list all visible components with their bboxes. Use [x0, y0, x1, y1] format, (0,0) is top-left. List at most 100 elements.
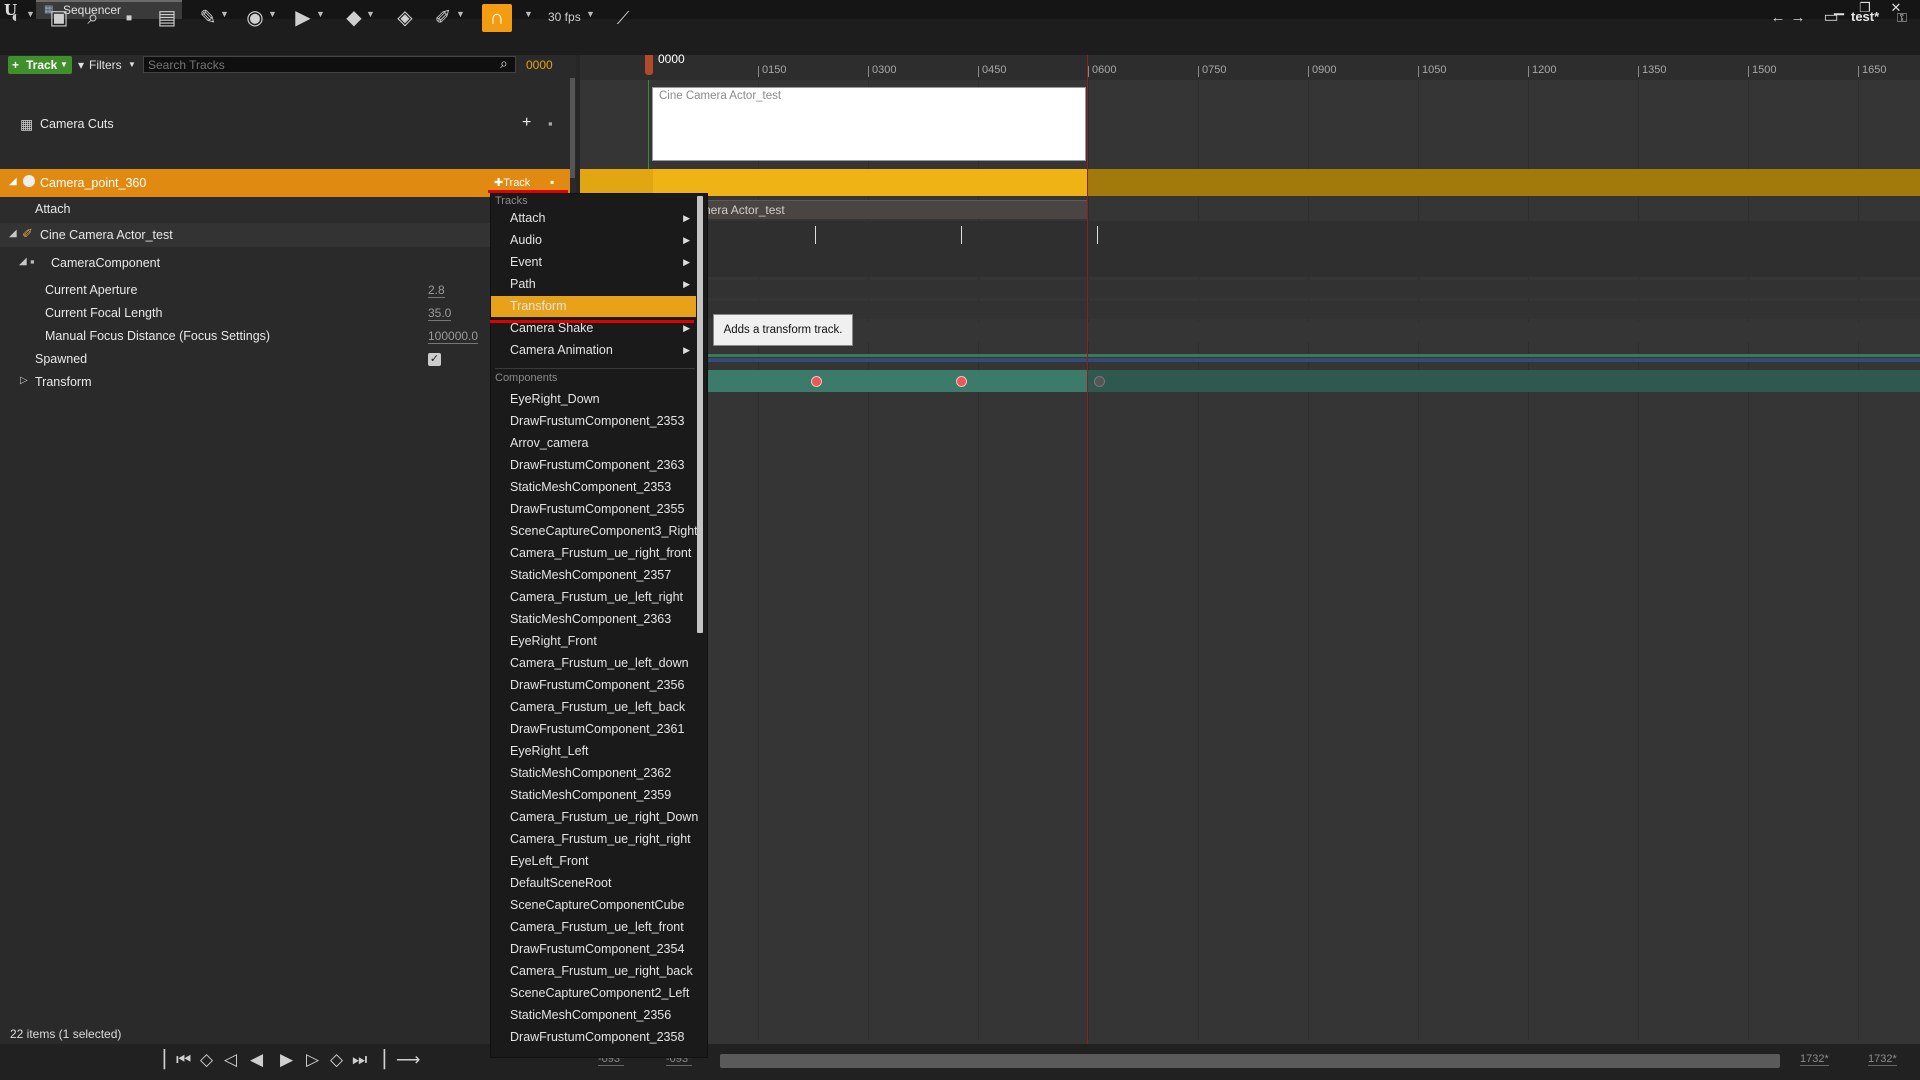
jump-to-start-icon[interactable]: ⎮ — [160, 1050, 169, 1070]
search-icon[interactable]: ⌕ — [80, 6, 106, 30]
camera-icon[interactable]: ▪ — [548, 116, 553, 131]
transform-section[interactable] — [704, 370, 1087, 392]
menu-item-component[interactable]: StaticMeshComponent_2356 — [491, 1005, 696, 1026]
property-row[interactable]: Current Focal Length 35.0 — [0, 303, 490, 325]
folder-icon[interactable]: ▭ — [1820, 6, 1842, 30]
menu-item-path[interactable]: Path ▶ — [491, 274, 696, 295]
track-lane[interactable] — [704, 280, 1920, 298]
track-row-camera-cuts[interactable]: ▦ Camera Cuts + ▪ — [0, 110, 570, 138]
menu-item-transform[interactable]: Transform — [491, 296, 696, 317]
track-lane[interactable] — [704, 221, 1920, 277]
playhead-handle[interactable] — [645, 55, 653, 75]
key-icon[interactable]: ◈ — [392, 6, 418, 30]
chevron-down-icon[interactable]: ▼ — [366, 9, 375, 19]
camera-icon[interactable]: ▪ — [116, 6, 142, 30]
lock-icon[interactable]: ⚿ — [1894, 6, 1910, 30]
transform-section[interactable] — [1087, 370, 1920, 392]
range-end-field[interactable]: 1732* — [1800, 1053, 1829, 1066]
actor-track-bar[interactable] — [1087, 169, 1920, 196]
menu-item-component[interactable]: Camera_Frustum_ue_right_front — [491, 543, 696, 564]
menu-item-component[interactable]: DrawFrustumComponent_2353 — [491, 411, 696, 432]
spawned-checkbox[interactable]: ✓ — [428, 353, 441, 366]
spawned-track-bar[interactable] — [704, 358, 1920, 362]
property-value-field[interactable]: 2.8 — [428, 283, 445, 298]
attach-section[interactable]: nera Actor_test — [704, 200, 1087, 219]
menu-item-component[interactable]: DrawFrustumComponent_2354 — [491, 939, 696, 960]
skip-forward-icon[interactable]: ⏭ — [352, 1050, 367, 1070]
menu-item-component[interactable]: StaticMeshComponent_2359 — [491, 785, 696, 806]
menu-item-audio[interactable]: Audio ▶ — [491, 230, 696, 251]
menu-item-component[interactable]: Arrov_camera — [491, 433, 696, 454]
plus-icon[interactable]: + — [522, 114, 531, 132]
left-scrollbar[interactable] — [570, 78, 575, 178]
menu-item-component[interactable]: StaticMeshComponent_2363 — [491, 609, 696, 630]
menu-item-component[interactable]: SceneCaptureComponent3_Right — [491, 521, 698, 542]
menu-item-component[interactable]: EyeLeft_Front — [491, 851, 696, 872]
filters-button[interactable]: ▾ Filters ▼ — [78, 56, 138, 74]
next-key-icon[interactable]: ◇ — [330, 1050, 343, 1070]
menu-item-component[interactable]: DrawFrustumComponent_2358 — [491, 1027, 696, 1048]
menu-item-component[interactable]: SceneCaptureComponent2_Left — [491, 983, 696, 1004]
menu-item-component[interactable]: EyeRight_Left — [491, 741, 696, 762]
track-row-cine-camera[interactable]: ◢ ✐ Cine Camera Actor_test — [0, 223, 570, 247]
spawned-track-bar[interactable] — [704, 354, 1920, 357]
track-lane[interactable] — [704, 322, 1920, 342]
world-icon[interactable]: ◐ — [6, 6, 26, 30]
add-subtrack-button[interactable]: ✚Track — [494, 176, 530, 189]
menu-item-component[interactable]: Camera_Frustum_ue_right_Down — [491, 807, 698, 828]
menu-item-component[interactable]: StaticMeshComponent_2357 — [491, 565, 696, 586]
track-lane[interactable] — [704, 301, 1920, 319]
menu-item-component[interactable]: EyeRight_Down — [491, 389, 696, 410]
chevron-down-icon[interactable]: ▼ — [220, 9, 229, 19]
eye-icon[interactable]: ◉ — [242, 6, 268, 30]
track-row-camera-component[interactable]: ◢ ▪ CameraComponent — [0, 252, 570, 274]
menu-item-component[interactable]: DrawFrustumComponent_2363 — [491, 455, 696, 476]
collapse-arrow-icon[interactable]: ◢ — [19, 256, 27, 267]
keyframe[interactable] — [1094, 376, 1105, 387]
magnet-icon[interactable]: ∩ — [482, 4, 512, 32]
menu-item-component[interactable]: DrawFrustumComponent_2355 — [491, 499, 696, 520]
play-icon[interactable]: ▶ — [292, 6, 314, 30]
property-value-field[interactable]: 35.0 — [428, 306, 452, 321]
menu-item-component[interactable]: Camera_Frustum_ue_left_back — [491, 697, 696, 718]
play-reverse-icon[interactable]: ◀ — [250, 1050, 263, 1070]
menu-item-component[interactable]: StaticMeshComponent_2353 — [491, 477, 696, 498]
pencil-icon[interactable]: ✐ — [432, 6, 454, 30]
horizontal-scrollbar[interactable] — [720, 1054, 1780, 1068]
keyframe[interactable] — [956, 376, 967, 387]
menu-item-attach[interactable]: Attach ▶ — [491, 208, 696, 229]
menu-item-component[interactable]: DrawFrustumComponent_2361 — [491, 719, 696, 740]
diamond-icon[interactable]: ◆ — [342, 6, 366, 30]
chevron-down-icon[interactable]: ▼ — [524, 9, 533, 19]
loop-icon[interactable]: ⟶ — [396, 1050, 420, 1070]
play-icon[interactable]: ▶ — [280, 1050, 293, 1070]
menu-item-component[interactable]: DefaultSceneRoot — [491, 873, 696, 894]
camera-cut-section[interactable]: Cine Camera Actor_test — [652, 87, 1086, 161]
prev-key-icon[interactable]: ◇ — [200, 1050, 213, 1070]
chevron-down-icon[interactable]: ▼ — [456, 9, 465, 19]
search-icon[interactable]: ⌕ — [500, 55, 508, 72]
search-tracks-input[interactable] — [143, 56, 516, 73]
chevron-down-icon[interactable]: ▼ — [26, 9, 35, 19]
menu-item-component[interactable]: Camera_Frustum_ue_left_right — [491, 587, 696, 608]
range-end-field[interactable]: 1732* — [1868, 1053, 1897, 1066]
key-marker[interactable] — [961, 226, 962, 244]
menu-item-component[interactable]: Camera_Frustum_ue_right_right — [491, 829, 696, 850]
forward-arrow-icon[interactable]: → — [1788, 6, 1808, 30]
menu-item-component[interactable]: StaticMeshComponent_2362 — [491, 763, 696, 784]
property-row[interactable]: Current Aperture 2.8 — [0, 280, 490, 302]
menu-scrollbar[interactable] — [697, 196, 703, 633]
collapse-arrow-icon[interactable]: ◢ — [9, 176, 17, 187]
chevron-down-icon[interactable]: ▼ — [268, 9, 277, 19]
back-arrow-icon[interactable]: ← — [1768, 6, 1788, 30]
curve-icon[interactable]: ⟋ — [610, 6, 636, 30]
menu-item-component[interactable]: Camera_Frustum_ue_left_front — [491, 917, 696, 938]
camera-icon[interactable]: ▪ — [550, 175, 554, 189]
menu-item-event[interactable]: Event ▶ — [491, 252, 696, 273]
property-value-field[interactable]: 100000.0 — [428, 329, 479, 344]
keyframe[interactable] — [811, 376, 822, 387]
property-row[interactable]: Manual Focus Distance (Focus Settings) 1… — [0, 326, 490, 348]
step-forward-icon[interactable]: ▷ — [306, 1050, 319, 1070]
add-track-button[interactable]: + Track ▼ — [8, 56, 72, 74]
menu-item-component[interactable]: DrawFrustumComponent_2356 — [491, 675, 696, 696]
